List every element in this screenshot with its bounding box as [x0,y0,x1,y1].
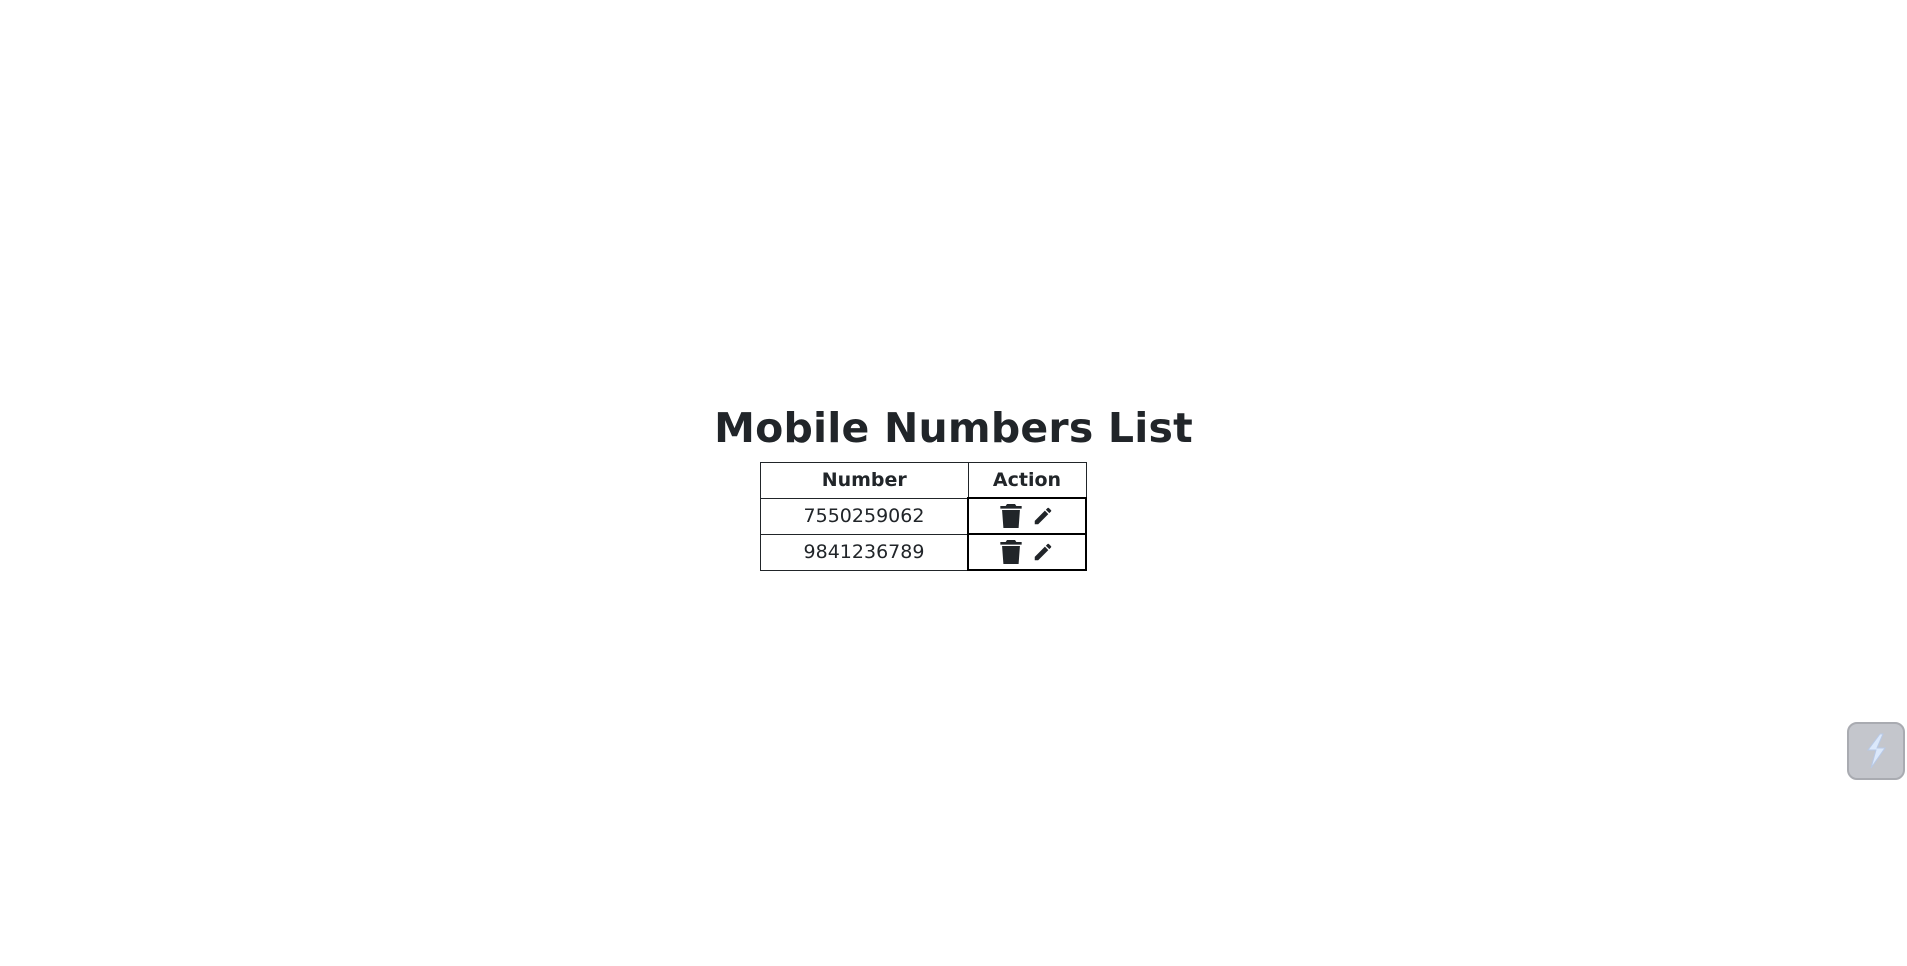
header-action: Action [967,462,1087,499]
delete-button[interactable] [999,539,1023,565]
pencil-icon [1034,507,1052,525]
action-group [969,503,1085,529]
delete-button[interactable] [999,503,1023,529]
page: Mobile Numbers List Number Action 755025… [0,0,1907,966]
action-cell [967,497,1087,535]
trash-icon [1000,540,1022,564]
action-cell [967,533,1087,571]
floating-widget-button[interactable] [1847,722,1905,780]
page-title: Mobile Numbers List [714,404,1193,452]
number-cell: 9841236789 [760,533,969,571]
table-row: 7550259062 [760,497,1087,535]
header-number: Number [760,462,969,499]
main-content: Mobile Numbers List Number Action 755025… [0,402,1907,571]
action-group [969,539,1085,565]
edit-button[interactable] [1031,503,1055,529]
table-header-row: Number Action [760,462,1087,499]
lightning-bolt-icon [1867,733,1886,769]
edit-button[interactable] [1031,539,1055,565]
number-cell: 7550259062 [760,497,969,535]
trash-icon [1000,504,1022,528]
mobile-numbers-table: Number Action 7550259062 9841236789 [760,462,1087,571]
pencil-icon [1034,543,1052,561]
table-row: 9841236789 [760,533,1087,571]
